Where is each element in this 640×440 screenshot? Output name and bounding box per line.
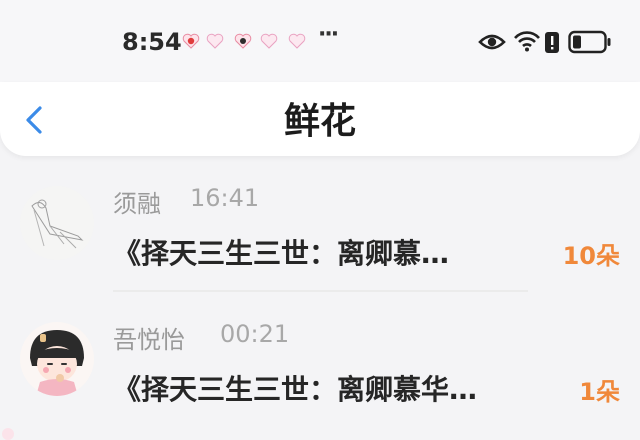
flower-count: 10朵: [562, 242, 620, 270]
flower-count: 1朵: [579, 378, 620, 406]
nav-header: 鲜花: [0, 82, 640, 156]
sender-name: 须融: [113, 190, 161, 218]
status-time: 8:54: [122, 28, 182, 56]
message-preview: 《择天三生三世：离卿慕…: [113, 237, 450, 270]
list-item[interactable]: 吾悦怡 00:21 《择天三生三世：离卿慕华… 1朵: [0, 306, 640, 436]
sketch-avatar-image: [20, 186, 94, 260]
sent-time: 00:21: [220, 320, 290, 348]
avatar[interactable]: [20, 322, 94, 396]
sender-name: 吾悦怡: [113, 326, 185, 354]
battery-saver-icon: [545, 32, 559, 53]
status-bar: 8:54 ···: [0, 0, 640, 82]
eye-icon: [478, 34, 506, 50]
divider: [113, 290, 528, 292]
heart-badge-icon: [182, 33, 200, 49]
page-title: 鲜花: [283, 101, 356, 142]
battery-icon: [568, 30, 611, 54]
heart-badge-icon: [234, 33, 252, 49]
decoration-icon: [2, 428, 14, 440]
heart-icon: [206, 33, 224, 49]
heart-icon: [288, 33, 306, 49]
sent-time: 16:41: [190, 184, 260, 212]
wifi-icon: [514, 31, 540, 52]
cartoon-girl-avatar-image: [20, 322, 94, 396]
message-preview: 《择天三生三世：离卿慕华…: [113, 373, 478, 406]
avatar[interactable]: [20, 186, 94, 260]
list-item[interactable]: 须融 16:41 《择天三生三世：离卿慕… 10朵: [0, 170, 640, 300]
heart-icon: [260, 33, 278, 49]
more-notifications-icon: ···: [318, 22, 339, 47]
